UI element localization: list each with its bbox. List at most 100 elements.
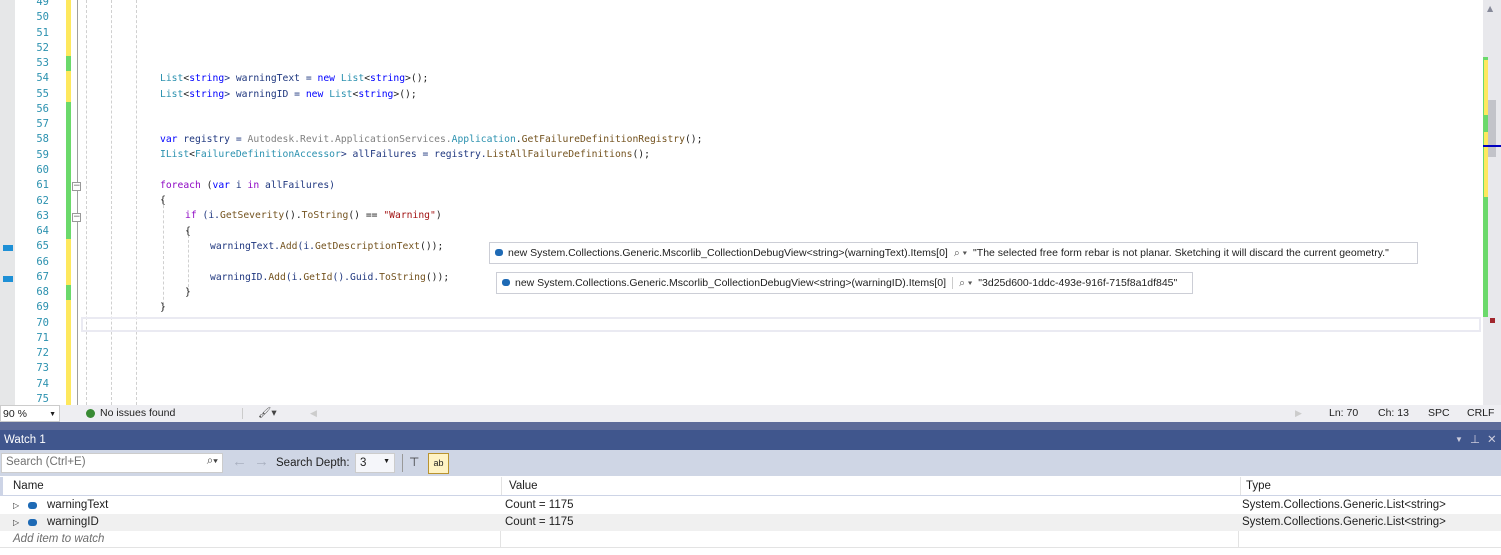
change-indicator [66,285,71,301]
code-line-55: List<string> warningID = new List<string… [160,87,417,102]
code-editor[interactable]: 49 50 51 52 53 54 55 56 57 58 59 60 61 62 63 64 65 66 67 68… [0,0,1501,405]
expand-icon[interactable]: ▷ [13,497,19,514]
change-indicator [66,10,71,26]
line-indicator[interactable]: Ln: 70 [1329,405,1358,422]
magnifier-icon[interactable]: ⌕ ▾ [954,247,967,259]
code-line-63: if (i.GetSeverity().ToString() == "Warni… [185,208,442,223]
divider [500,531,501,547]
datatip-warningtext[interactable]: new System.Collections.Generic.Mscorlib_… [489,242,1418,264]
tok: string [358,89,394,100]
code-line-67: warningID.Add(i.GetId().Guid.ToString())… [210,270,449,285]
change-indicator [66,361,71,377]
tok: registry = [177,134,248,145]
tok: ) [435,210,442,221]
tok: string [189,89,225,100]
field-icon [28,519,37,526]
forward-arrow-icon[interactable]: → [254,453,269,470]
tok: string [370,73,406,84]
pinned-datatip-icon[interactable] [3,245,13,251]
close-icon[interactable]: ✕ [1487,430,1497,450]
watch-name[interactable]: warningID [47,514,99,531]
datatip-warningid[interactable]: new System.Collections.Generic.Mscorlib_… [496,272,1193,294]
pin-icon[interactable]: ⊥ [1470,430,1480,450]
tok: allFailures) [259,180,335,191]
change-indicator [66,117,71,133]
back-arrow-icon[interactable]: ← [232,453,247,470]
watch-value[interactable]: Count = 1175 [505,514,574,531]
line-number: 61 [36,179,49,192]
pinned-datatip-icon[interactable] [3,276,13,282]
tok: (i. [297,241,316,252]
tok: FailureDefinitionAccessor [195,149,341,160]
tok: warningText. [210,241,280,252]
line-number: 56 [36,102,49,115]
expand-icon[interactable]: ▷ [13,514,19,531]
indent-guide [136,0,137,405]
glyph-margin[interactable] [0,0,15,405]
column-header-value[interactable]: Value [501,477,538,495]
line-number: 74 [36,377,49,390]
search-depth-dropdown[interactable]: 3 ▼ [355,453,395,473]
watch-row[interactable]: ▷ warningText Count = 1175 System.Collec… [0,497,1501,514]
tok: warningID. [210,272,269,283]
tok: List [329,89,353,100]
search-depth-label: Search Depth: [276,457,350,469]
watch-value[interactable]: Count = 1175 [505,497,574,514]
watch-name[interactable]: warningText [47,497,108,514]
tok: List [340,73,365,84]
tok: Application [451,134,516,145]
line-number: 73 [36,362,49,375]
spacing-indicator[interactable]: SPC [1428,405,1450,422]
line-ending-indicator[interactable]: CRLF [1467,405,1494,422]
field-icon [502,279,510,286]
indent-guide [111,0,112,405]
watch-row[interactable]: ▷ warningID Count = 1175 System.Collecti… [0,514,1501,531]
scroll-up-icon[interactable]: ▲ [1487,4,1493,13]
scroll-right-icon[interactable]: ▶ [1295,405,1302,422]
hex-display-toggle-icon[interactable]: ab [428,453,449,474]
line-number: 62 [36,194,49,207]
code-cleanup-icon[interactable]: 🖌▾ [258,405,277,422]
column-header-type[interactable]: Type [1240,477,1271,495]
tok: > warningText = [224,73,318,84]
line-number: 71 [36,331,49,344]
zoom-dropdown[interactable]: 90 % ▼ [0,405,60,422]
watch-grid: Name Value Type ▷ warningText Count = 11… [0,476,1501,555]
window-menu-icon[interactable]: ▼ [1455,430,1463,450]
search-icon[interactable]: ⌕▾ [207,455,218,468]
add-item-placeholder[interactable]: Add item to watch [13,531,104,547]
tok: ().Guid. [332,272,380,283]
scroll-left-icon[interactable]: ◀ [310,405,317,422]
line-number: 58 [36,133,49,146]
magnifier-icon[interactable]: ⌕ ▾ [952,277,973,289]
watch-toolbar: Search (Ctrl+E) ⌕▾ ← → Search Depth: 3 ▼ ⊤… [0,450,1501,476]
issues-status[interactable]: No issues found [100,405,175,422]
filter-pin-icon[interactable]: ⊤ [409,455,419,469]
divider [402,454,403,472]
search-input[interactable]: Search (Ctrl+E) ⌕▾ [1,453,223,473]
column-header-name[interactable]: Name [13,477,44,495]
code-line-68: } [185,287,191,298]
tok: List [160,73,184,84]
scroll-thumb[interactable] [1488,100,1496,157]
vertical-scrollbar[interactable]: ▲ [1483,0,1501,405]
search-depth-value: 3 [360,457,367,469]
collapse-toggle[interactable]: − [72,182,81,191]
change-indicator [66,25,71,41]
add-item-row[interactable]: Add item to watch [0,531,1501,548]
code-line-59: IList<FailureDefinitionAccessor> allFail… [160,147,650,162]
splitter[interactable] [0,422,1501,430]
code-line-69: } [160,302,166,313]
editor-status-bar: 90 % ▼ No issues found 🖌▾ ◀ ▶ Ln: 70 Ch: … [0,405,1501,422]
collapse-toggle[interactable]: − [72,213,81,222]
watch-type: System.Collections.Generic.List<string> [1242,499,1446,511]
datatip-expression: new System.Collections.Generic.Mscorlib_… [508,247,948,259]
tok: var [160,134,178,145]
tok: ( [200,180,213,191]
column-indicator[interactable]: Ch: 13 [1378,405,1409,422]
code-line-65: warningText.Add(i.GetDescriptionText()); [210,239,443,254]
error-marker [1490,318,1495,323]
tok: >(); [393,89,417,100]
tok: in [247,180,260,191]
tok: IList [160,149,190,160]
